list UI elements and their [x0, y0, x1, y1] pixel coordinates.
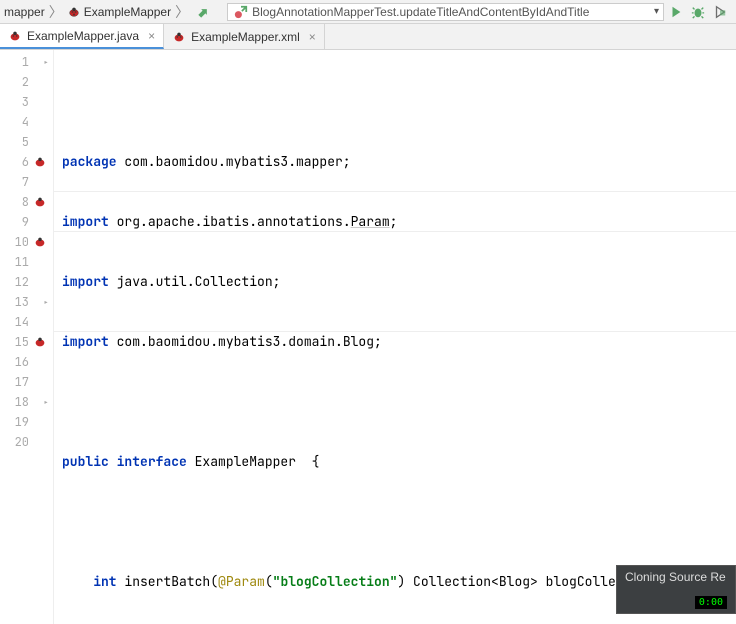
code-editor[interactable]: package com.baomidou.mybatis3.mapper; im… — [54, 50, 736, 624]
debug-icon[interactable] — [690, 4, 706, 20]
mybatis-icon — [172, 30, 186, 44]
line-number: 1 — [22, 54, 29, 70]
fold-icon[interactable]: ▸ — [43, 296, 49, 309]
top-toolbar: mapper 〉 ExampleMapper 〉 BlogAnnotationM… — [0, 0, 736, 24]
editor-tabs: ExampleMapper.java × ExampleMapper.xml × — [0, 24, 736, 50]
fold-icon[interactable]: ▸ — [43, 396, 49, 409]
breadcrumb-file-label: ExampleMapper — [84, 5, 171, 19]
line-number: 6 — [22, 154, 29, 170]
breadcrumb[interactable]: mapper 〉 ExampleMapper 〉 — [4, 2, 189, 22]
breadcrumb-folder[interactable]: mapper — [4, 5, 45, 19]
line-number: 10 — [15, 234, 29, 250]
tab-label: ExampleMapper.java — [27, 29, 139, 43]
breadcrumb-separator: 〉 — [49, 2, 63, 22]
mybatis-icon — [67, 5, 81, 19]
line-number: 8 — [22, 194, 29, 210]
line-number: 15 — [15, 334, 29, 350]
test-icon — [234, 5, 248, 19]
gutter[interactable]: 1 ▸ 2 3 4 5 6 7 8 9 10 11 12 13 ▸ 14 15 16… — [0, 50, 54, 624]
fold-icon[interactable]: ▸ — [43, 56, 49, 69]
line-number: 4 — [22, 114, 29, 130]
mybatis-icon[interactable] — [33, 155, 47, 169]
status-time: 0:00 — [695, 596, 727, 609]
run-config-selector[interactable]: BlogAnnotationMapperTest.updateTitleAndC… — [227, 3, 664, 21]
run-configuration: BlogAnnotationMapperTest.updateTitleAndC… — [227, 3, 664, 21]
cloning-status-popup[interactable]: Cloning Source Re 0:00 — [616, 565, 736, 614]
line-number: 14 — [15, 314, 29, 330]
close-icon[interactable]: × — [309, 30, 316, 44]
breadcrumb-file[interactable]: ExampleMapper — [67, 5, 171, 19]
mybatis-icon — [8, 29, 22, 43]
run-config-label: BlogAnnotationMapperTest.updateTitleAndC… — [252, 5, 589, 19]
breadcrumb-separator-end: 〉 — [175, 2, 189, 22]
build-icon[interactable] — [195, 5, 213, 19]
coverage-icon[interactable] — [712, 4, 728, 20]
tab-example-mapper-java[interactable]: ExampleMapper.java × — [0, 24, 164, 49]
toolbar-run-controls — [664, 4, 732, 20]
tab-label: ExampleMapper.xml — [191, 30, 300, 44]
line-number: 18 — [15, 394, 29, 410]
line-number: 9 — [22, 214, 29, 230]
line-number: 16 — [15, 354, 29, 370]
line-number: 7 — [22, 174, 29, 190]
tab-example-mapper-xml[interactable]: ExampleMapper.xml × — [164, 24, 325, 49]
line-number: 5 — [22, 134, 29, 150]
line-number: 17 — [15, 374, 29, 390]
line-number: 12 — [15, 274, 29, 290]
line-number: 13 — [15, 294, 29, 310]
mybatis-icon[interactable] — [33, 335, 47, 349]
line-number: 11 — [15, 254, 29, 270]
line-number: 3 — [22, 94, 29, 110]
mybatis-icon[interactable] — [33, 235, 47, 249]
run-icon[interactable] — [668, 4, 684, 20]
editor: 1 ▸ 2 3 4 5 6 7 8 9 10 11 12 13 ▸ 14 15 16… — [0, 50, 736, 624]
close-icon[interactable]: × — [148, 29, 155, 43]
line-number: 2 — [22, 74, 29, 90]
mybatis-icon[interactable] — [33, 195, 47, 209]
line-number: 20 — [15, 434, 29, 450]
status-title: Cloning Source Re — [625, 570, 727, 584]
line-number: 19 — [15, 414, 29, 430]
